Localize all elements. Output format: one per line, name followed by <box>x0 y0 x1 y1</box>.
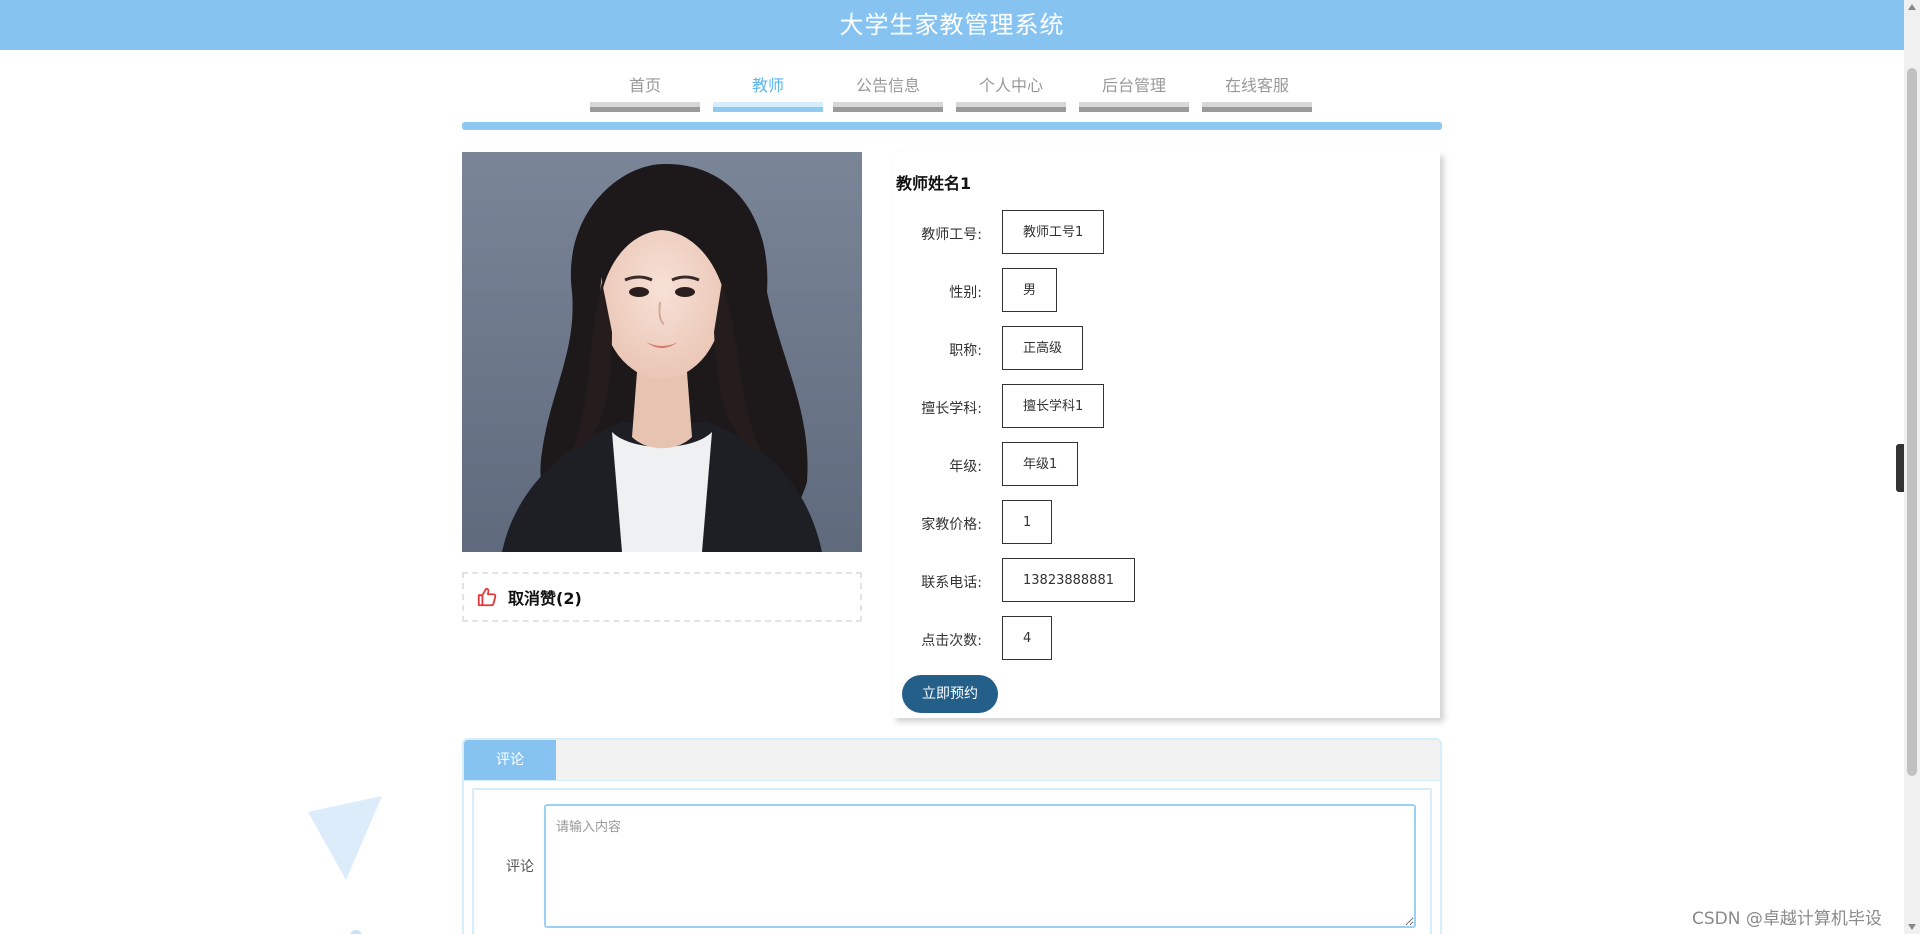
comment-tab-strip: 评论 <box>464 740 1440 781</box>
comment-panel: 评论 评论 <box>462 738 1442 934</box>
field-value-phone: 13823888881 <box>1002 558 1135 602</box>
scroll-up-icon[interactable] <box>1908 4 1916 10</box>
comment-label: 评论 <box>506 859 534 875</box>
nav-label: 个人中心 <box>978 76 1043 95</box>
field-value-price: 1 <box>1002 500 1053 544</box>
field-value-grade: 年级1 <box>1002 442 1079 486</box>
main-nav: 首页 教师 公告信息 个人中心 后台管理 在线客服 <box>0 50 1904 126</box>
nav-divider <box>462 122 1442 130</box>
nav-underline <box>956 102 1066 112</box>
nav-underline <box>713 102 823 112</box>
nav-item-announcements[interactable]: 公告信息 <box>833 50 943 112</box>
nav-label: 公告信息 <box>855 76 920 95</box>
nav-item-admin[interactable]: 后台管理 <box>1079 50 1189 112</box>
field-label-clicks: 点击次数: <box>921 633 982 649</box>
tab-comments[interactable]: 评论 <box>464 740 556 780</box>
field-label-price: 家教价格: <box>921 517 982 533</box>
field-label-subject: 擅长学科: <box>921 401 982 417</box>
unlike-label: 取消赞(2) <box>508 589 582 608</box>
decorative-triangle <box>308 796 382 880</box>
scrollbar[interactable] <box>1904 0 1920 934</box>
teacher-photo <box>462 152 862 552</box>
watermark: CSDN @卓越计算机毕设 <box>1692 909 1882 929</box>
field-value-gender: 男 <box>1002 268 1058 312</box>
field-label-title: 职称: <box>949 343 982 359</box>
nav-item-support[interactable]: 在线客服 <box>1202 50 1312 112</box>
scroll-down-icon[interactable] <box>1908 924 1916 930</box>
unlike-button[interactable]: 取消赞(2) <box>462 572 862 622</box>
nav-underline <box>590 102 700 112</box>
scroll-thumb[interactable] <box>1907 68 1917 776</box>
field-value-title: 正高级 <box>1002 326 1084 370</box>
field-value-clicks: 4 <box>1002 616 1053 660</box>
decorative-dot <box>350 930 362 934</box>
nav-underline <box>833 102 943 112</box>
comment-form: 评论 <box>472 788 1432 934</box>
field-label-grade: 年级: <box>949 459 982 475</box>
teacher-info-card: 教师姓名1 教师工号: 教师工号1 性别: 男 职称: 正高级 擅长学科: 擅长… <box>892 152 1440 718</box>
comment-input[interactable] <box>544 804 1416 928</box>
nav-label: 后台管理 <box>1101 76 1166 95</box>
field-label-id: 教师工号: <box>921 227 982 243</box>
nav-underline <box>1079 102 1189 112</box>
field-label-gender: 性别: <box>949 285 982 301</box>
teacher-name: 教师姓名1 <box>896 174 972 193</box>
book-now-button[interactable]: 立即预约 <box>902 675 998 713</box>
nav-item-profile[interactable]: 个人中心 <box>956 50 1066 112</box>
nav-item-teachers[interactable]: 教师 <box>713 50 823 112</box>
page: 大学生家教管理系统 首页 教师 公告信息 个人中心 后台管理 在线客服 取消赞(… <box>0 0 1904 934</box>
nav-label: 在线客服 <box>1224 76 1289 95</box>
nav-label: 教师 <box>751 76 784 95</box>
nav-underline <box>1202 102 1312 112</box>
app-title: 大学生家教管理系统 <box>0 0 1904 50</box>
field-label-phone: 联系电话: <box>921 575 982 591</box>
field-value-subject: 擅长学科1 <box>1002 384 1105 428</box>
thumbs-up-icon <box>477 587 497 607</box>
nav-label: 首页 <box>628 76 661 95</box>
field-value-id: 教师工号1 <box>1002 210 1105 254</box>
nav-item-home[interactable]: 首页 <box>590 50 700 112</box>
